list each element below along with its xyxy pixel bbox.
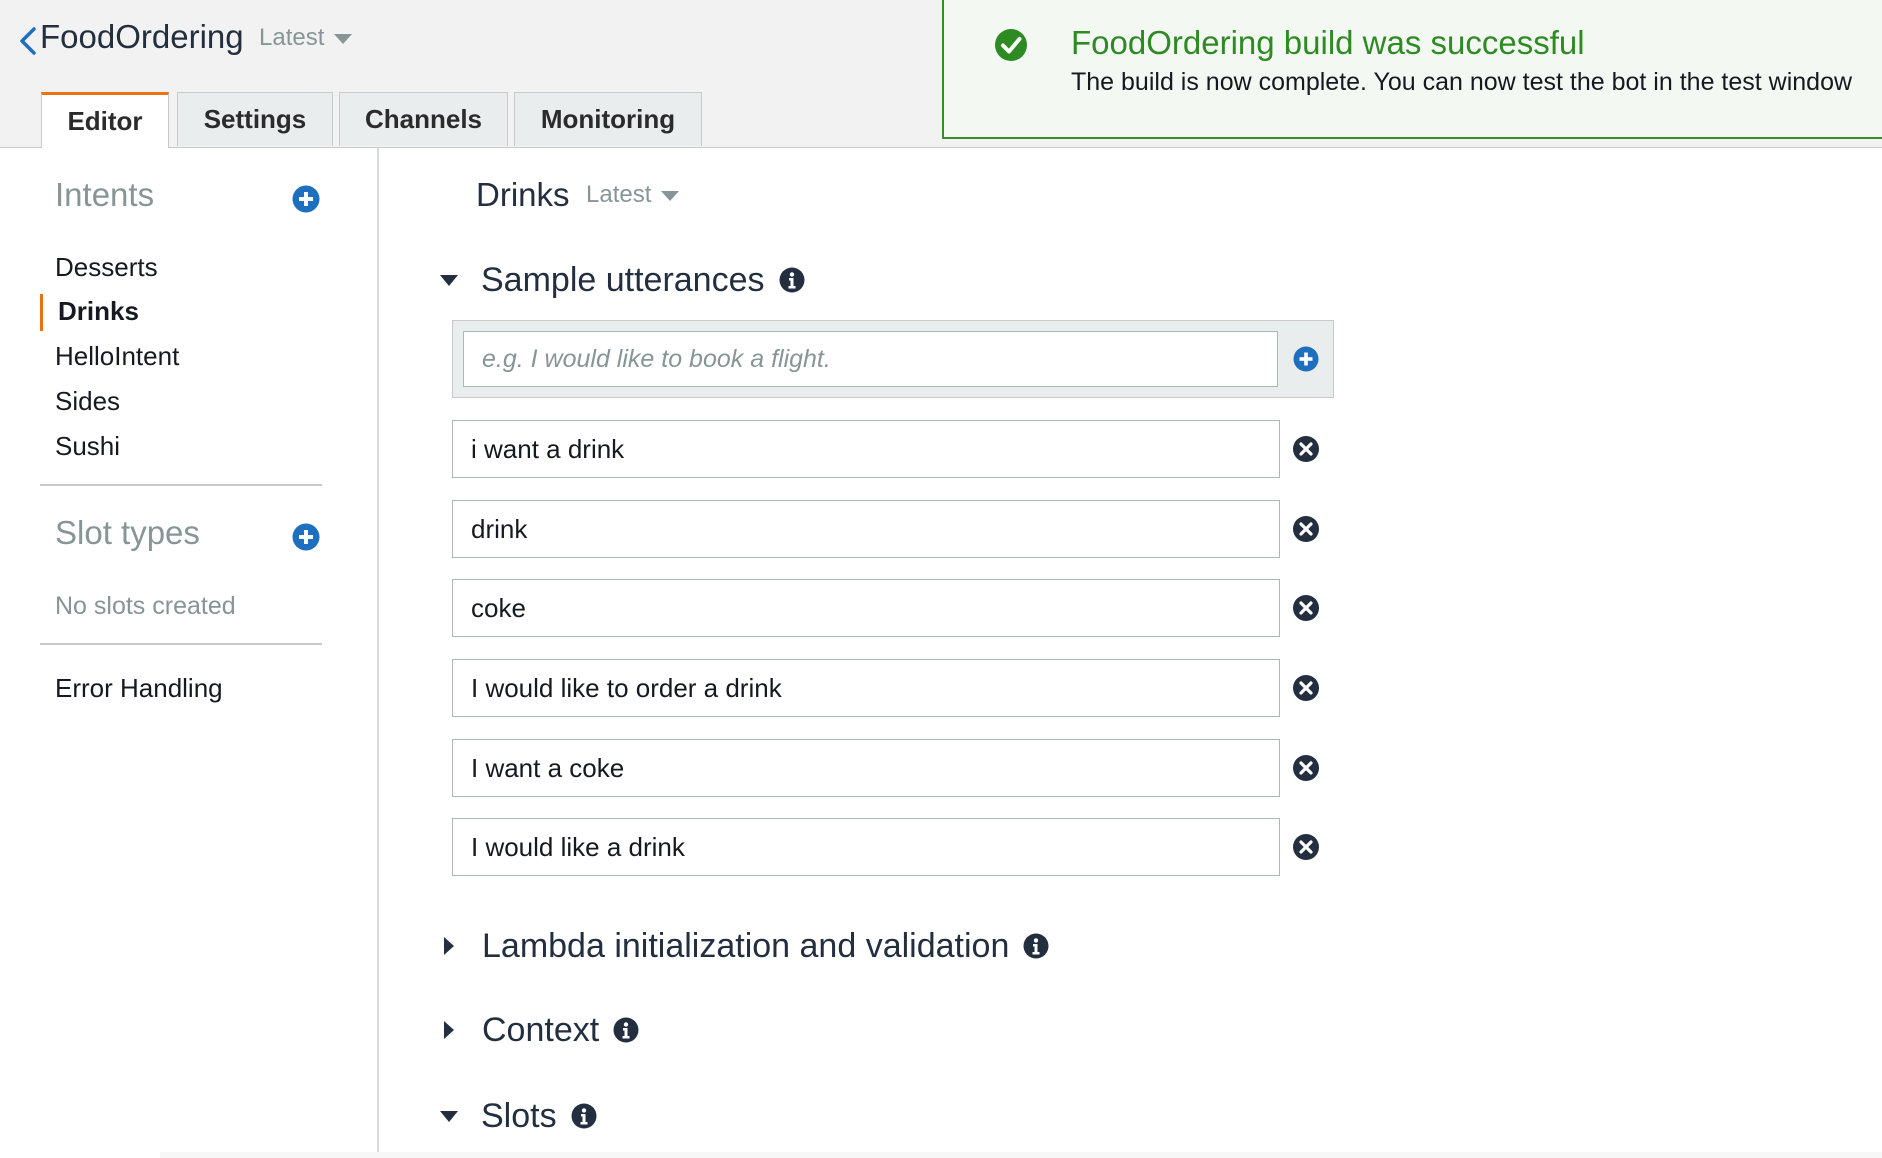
section-label: Slots xyxy=(481,1096,557,1135)
bot-version-dropdown[interactable]: Latest xyxy=(259,24,353,52)
build-success-notification: FoodOrdering build was successful The bu… xyxy=(942,0,1882,139)
section-context[interactable]: Context xyxy=(440,1008,639,1052)
no-slots-text: No slots created xyxy=(55,592,236,620)
notification-message: The build is now complete. You can now t… xyxy=(1071,68,1853,96)
selected-indicator xyxy=(40,294,43,331)
intent-version-label: Latest xyxy=(586,181,652,208)
sidebar: Intents Desserts Drinks HelloIntent Side… xyxy=(0,148,379,1158)
new-utterance-input[interactable] xyxy=(463,331,1278,387)
tab-monitoring[interactable]: Monitoring xyxy=(514,92,702,146)
utterance-field[interactable]: I want a coke xyxy=(452,739,1280,797)
remove-utterance-icon[interactable] xyxy=(1292,594,1320,622)
info-icon[interactable] xyxy=(779,267,805,293)
remove-utterance-icon[interactable] xyxy=(1292,754,1320,782)
tab-settings-label: Settings xyxy=(203,104,307,134)
tab-channels[interactable]: Channels xyxy=(339,92,508,146)
section-lambda[interactable]: Lambda initialization and validation xyxy=(440,924,1049,968)
expand-triangle-icon xyxy=(444,937,454,955)
bot-name: FoodOrdering xyxy=(40,18,244,55)
sidebar-divider xyxy=(40,643,322,645)
collapse-triangle-icon xyxy=(440,1110,458,1122)
utterance-text: I would like a drink xyxy=(471,832,685,862)
utterance-text: I would like to order a drink xyxy=(471,673,782,703)
add-intent-icon[interactable] xyxy=(292,185,320,213)
sidebar-item-desserts[interactable]: Desserts xyxy=(55,252,158,283)
section-sample-utterances[interactable]: Sample utterances xyxy=(440,258,805,302)
collapse-triangle-icon xyxy=(440,274,458,286)
add-utterance-icon[interactable] xyxy=(1293,346,1319,372)
sidebar-divider xyxy=(40,484,322,486)
check-circle-icon xyxy=(995,29,1027,61)
remove-utterance-icon[interactable] xyxy=(1292,435,1320,463)
sidebar-item-drinks[interactable]: Drinks xyxy=(58,296,139,327)
utterance-text: drink xyxy=(471,514,528,544)
tab-monitoring-label: Monitoring xyxy=(540,104,676,134)
utterance-field[interactable]: coke xyxy=(452,579,1280,637)
tab-editor[interactable]: Editor xyxy=(41,92,169,148)
expand-triangle-icon xyxy=(444,1021,454,1039)
tab-channels-label: Channels xyxy=(364,104,483,134)
utterance-text: coke xyxy=(471,593,526,623)
bottom-edge xyxy=(160,1152,1882,1158)
info-icon[interactable] xyxy=(613,1017,639,1043)
remove-utterance-icon[interactable] xyxy=(1292,515,1320,543)
section-label: Sample utterances xyxy=(481,260,765,299)
info-icon[interactable] xyxy=(1023,933,1049,959)
intent-title: Drinks xyxy=(476,176,570,213)
slot-types-heading: Slot types xyxy=(55,514,200,551)
info-icon[interactable] xyxy=(571,1103,597,1129)
bot-version-label: Latest xyxy=(259,24,325,51)
sidebar-item-error-handling[interactable]: Error Handling xyxy=(55,673,223,704)
sidebar-item-sushi[interactable]: Sushi xyxy=(55,431,120,462)
remove-utterance-icon[interactable] xyxy=(1292,833,1320,861)
remove-utterance-icon[interactable] xyxy=(1292,674,1320,702)
tab-settings[interactable]: Settings xyxy=(177,92,333,146)
intent-version-dropdown[interactable]: Latest xyxy=(586,181,680,209)
section-label: Lambda initialization and validation xyxy=(482,926,1010,965)
notification-title: FoodOrdering build was successful xyxy=(1071,24,1585,61)
section-slots[interactable]: Slots xyxy=(440,1094,597,1138)
add-slot-type-icon[interactable] xyxy=(292,523,320,551)
sidebar-item-hellointent[interactable]: HelloIntent xyxy=(55,341,179,372)
utterance-field[interactable]: drink xyxy=(452,500,1280,558)
utterance-text: i want a drink xyxy=(471,434,625,464)
utterance-field[interactable]: I would like a drink xyxy=(452,818,1280,876)
new-utterance-container xyxy=(452,320,1334,398)
caret-down-icon xyxy=(334,33,353,44)
utterance-field[interactable]: i want a drink xyxy=(452,420,1280,478)
intents-heading: Intents xyxy=(55,176,155,213)
back-chevron-icon[interactable] xyxy=(14,26,42,56)
section-label: Context xyxy=(482,1010,600,1049)
sidebar-item-sides[interactable]: Sides xyxy=(55,386,120,417)
utterance-field[interactable]: I would like to order a drink xyxy=(452,659,1280,717)
utterance-text: I want a coke xyxy=(471,753,625,783)
caret-down-icon xyxy=(661,190,680,201)
tab-editor-label: Editor xyxy=(67,106,143,136)
